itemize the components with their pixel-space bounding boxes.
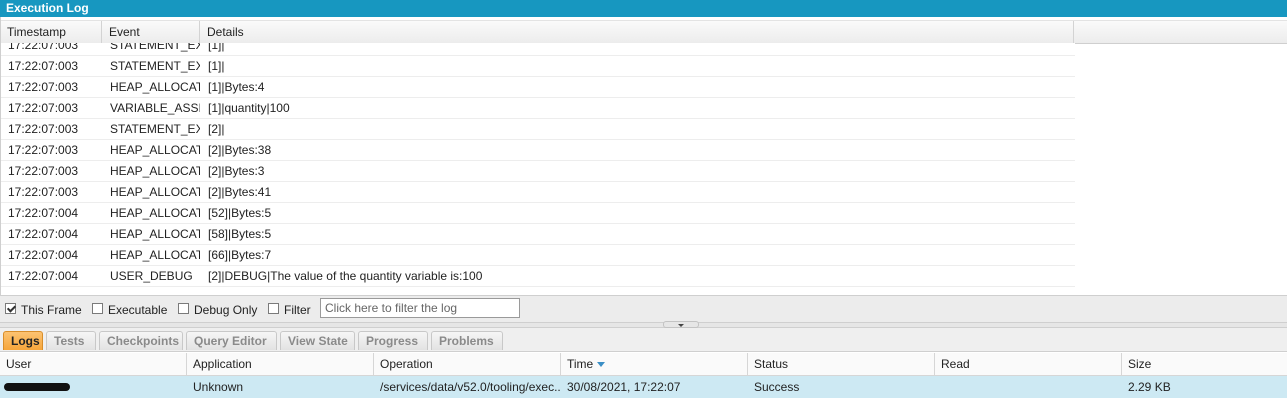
log-cell-details: [2]|Bytes:3 bbox=[208, 164, 265, 178]
tab-logs[interactable]: Logs bbox=[3, 331, 43, 350]
log-row[interactable]: 17:22:07:004 HEAP_ALLOCATE [58]|Bytes:5 bbox=[0, 224, 1075, 245]
debug-only-label: Debug Only bbox=[194, 303, 258, 317]
log-cell-event: VARIABLE_ASSI... bbox=[110, 101, 200, 115]
column-header-event[interactable]: Event bbox=[102, 21, 200, 43]
log-cell-details: [2]| bbox=[208, 122, 225, 136]
column-header-operation[interactable]: Operation bbox=[374, 353, 561, 375]
execution-log-header: Timestamp Event Details bbox=[0, 20, 1287, 44]
cell-user bbox=[0, 376, 187, 398]
log-cell-timestamp: 17:22:07:003 bbox=[8, 122, 79, 136]
cell-status: Success bbox=[754, 380, 800, 394]
cell-size: 2.29 KB bbox=[1128, 380, 1171, 394]
log-row[interactable]: 17:22:07:003 HEAP_ALLOCATE [1]|Bytes:4 bbox=[0, 77, 1075, 98]
log-cell-timestamp: 17:22:07:003 bbox=[8, 185, 79, 199]
log-cell-details: [2]|DEBUG|The value of the quantity vari… bbox=[208, 269, 483, 283]
tab-tests[interactable]: Tests bbox=[46, 331, 96, 350]
log-cell-details: [2]|Bytes:41 bbox=[208, 185, 272, 199]
execution-log-title: Execution Log bbox=[0, 0, 1287, 17]
log-cell-timestamp: 17:22:07:003 bbox=[8, 101, 79, 115]
log-row[interactable]: 17:22:07:004 USER_DEBUG [2]|DEBUG|The valu… bbox=[0, 266, 1075, 287]
panel-border bbox=[0, 17, 1, 295]
filter-label: Filter bbox=[284, 303, 311, 317]
log-cell-event: HEAP_ALLOCATE bbox=[110, 164, 200, 178]
column-header-application[interactable]: Application bbox=[187, 353, 374, 375]
log-cell-event: HEAP_ALLOCATE bbox=[110, 143, 200, 157]
cell-application: Unknown bbox=[193, 380, 244, 394]
log-cell-event: STATEMENT_EX... bbox=[110, 122, 200, 136]
column-header-timestamp[interactable]: Timestamp bbox=[0, 21, 102, 43]
log-row[interactable]: 17:22:07:003 HEAP_ALLOCATE [2]|Bytes:41 bbox=[0, 182, 1075, 203]
column-header-user[interactable]: User bbox=[0, 353, 187, 375]
tab-view-state[interactable]: View State bbox=[280, 331, 355, 350]
log-cell-details: [1]|quantity|100 bbox=[208, 101, 290, 115]
log-row-partial bbox=[0, 287, 1075, 295]
log-row[interactable]: 17:22:07:003 HEAP_ALLOCATE [2]|Bytes:3 bbox=[0, 161, 1075, 182]
column-header-time[interactable]: Time bbox=[561, 353, 748, 375]
this-frame-label: This Frame bbox=[21, 303, 82, 317]
bottom-panel-tabs: Logs Tests Checkpoints Query Editor View Sta… bbox=[0, 328, 1287, 352]
log-cell-timestamp: 17:22:07:003 bbox=[8, 59, 79, 73]
cell-operation: /services/data/v52.0/tooling/exec... bbox=[380, 380, 561, 394]
bottom-spacer bbox=[0, 398, 1287, 414]
log-cell-event: STATEMENT_EX... bbox=[110, 43, 200, 52]
log-filter-input[interactable] bbox=[320, 298, 520, 318]
tab-problems[interactable]: Problems bbox=[431, 331, 503, 350]
column-header-status[interactable]: Status bbox=[748, 353, 935, 375]
log-cell-timestamp: 17:22:07:004 bbox=[8, 248, 79, 262]
log-row[interactable]: 17:22:07:004 HEAP_ALLOCATE [52]|Bytes:5 bbox=[0, 203, 1075, 224]
column-header-filler bbox=[1074, 21, 1287, 43]
cell-time: 30/08/2021, 17:22:07 bbox=[567, 380, 681, 394]
log-row[interactable]: 17:22:07:003 STATEMENT_EX... [1]| bbox=[0, 56, 1075, 77]
tab-progress[interactable]: Progress bbox=[358, 331, 428, 350]
executable-checkbox[interactable] bbox=[92, 303, 103, 314]
log-cell-event: HEAP_ALLOCATE bbox=[110, 80, 200, 94]
log-row[interactable]: 17:22:07:004 HEAP_ALLOCATE [66]|Bytes:7 bbox=[0, 245, 1075, 266]
log-cell-details: [58]|Bytes:5 bbox=[208, 227, 272, 241]
log-cell-timestamp: 17:22:07:003 bbox=[8, 164, 79, 178]
log-cell-timestamp: 17:22:07:004 bbox=[8, 206, 79, 220]
logs-grid-header: User Application Operation Time Status R… bbox=[0, 353, 1287, 376]
log-cell-details: [2]|Bytes:38 bbox=[208, 143, 272, 157]
debug-only-checkbox[interactable] bbox=[178, 303, 189, 314]
log-cell-timestamp: 17:22:07:003 bbox=[8, 143, 79, 157]
column-header-details[interactable]: Details bbox=[200, 21, 1074, 43]
log-cell-event: HEAP_ALLOCATE bbox=[110, 206, 200, 220]
log-cell-event: STATEMENT_EX... bbox=[110, 59, 200, 73]
log-cell-details: [1]| bbox=[208, 59, 225, 73]
sort-desc-icon bbox=[597, 362, 606, 368]
splitter-collapse-icon[interactable] bbox=[663, 321, 699, 328]
cell-read bbox=[935, 376, 1122, 398]
redacted-user-mark bbox=[4, 383, 70, 391]
column-header-size[interactable]: Size bbox=[1122, 353, 1287, 375]
log-cell-timestamp: 17:22:07:003 bbox=[8, 43, 79, 52]
log-cell-event: HEAP_ALLOCATE bbox=[110, 227, 200, 241]
log-cell-timestamp: 17:22:07:004 bbox=[8, 269, 79, 283]
this-frame-checkbox[interactable] bbox=[5, 303, 16, 314]
filter-checkbox[interactable] bbox=[268, 303, 279, 314]
column-header-time-label: Time bbox=[567, 357, 594, 371]
log-cell-details: [1]|Bytes:4 bbox=[208, 80, 265, 94]
log-cell-timestamp: 17:22:07:003 bbox=[8, 80, 79, 94]
log-cell-details: [1]| bbox=[208, 43, 225, 52]
log-filter-bar: This Frame Executable Debug Only Filter bbox=[0, 295, 1287, 322]
tab-query-editor[interactable]: Query Editor bbox=[186, 331, 277, 350]
log-cell-event: USER_DEBUG bbox=[110, 269, 193, 283]
log-row[interactable]: 17:22:07:003 STATEMENT_EX... [2]| bbox=[0, 119, 1075, 140]
executable-label: Executable bbox=[108, 303, 168, 317]
log-row[interactable]: 17:22:07:003 HEAP_ALLOCATE [2]|Bytes:38 bbox=[0, 140, 1075, 161]
log-cell-details: [52]|Bytes:5 bbox=[208, 206, 272, 220]
column-header-read[interactable]: Read bbox=[935, 353, 1122, 375]
log-cell-event: HEAP_ALLOCATE bbox=[110, 185, 200, 199]
tab-checkpoints[interactable]: Checkpoints bbox=[99, 331, 183, 350]
log-row[interactable]: 17:22:07:003 VARIABLE_ASSI... [1]|quantity… bbox=[0, 98, 1075, 119]
log-row[interactable]: 17:22:07:003 STATEMENT_EX... [1]| bbox=[0, 43, 1075, 56]
log-cell-timestamp: 17:22:07:004 bbox=[8, 227, 79, 241]
execution-log-panel: Timestamp Event Details 17:22:07:003 STAT… bbox=[0, 17, 1287, 295]
log-cell-details: [66]|Bytes:7 bbox=[208, 248, 272, 262]
log-cell-event: HEAP_ALLOCATE bbox=[110, 248, 200, 262]
execution-log-rows[interactable]: 17:22:07:003STATEMENT_EX...[1]|17:22:07:… bbox=[0, 43, 1075, 295]
table-row[interactable]: Unknown /services/data/v52.0/tooling/exe… bbox=[0, 376, 1287, 398]
